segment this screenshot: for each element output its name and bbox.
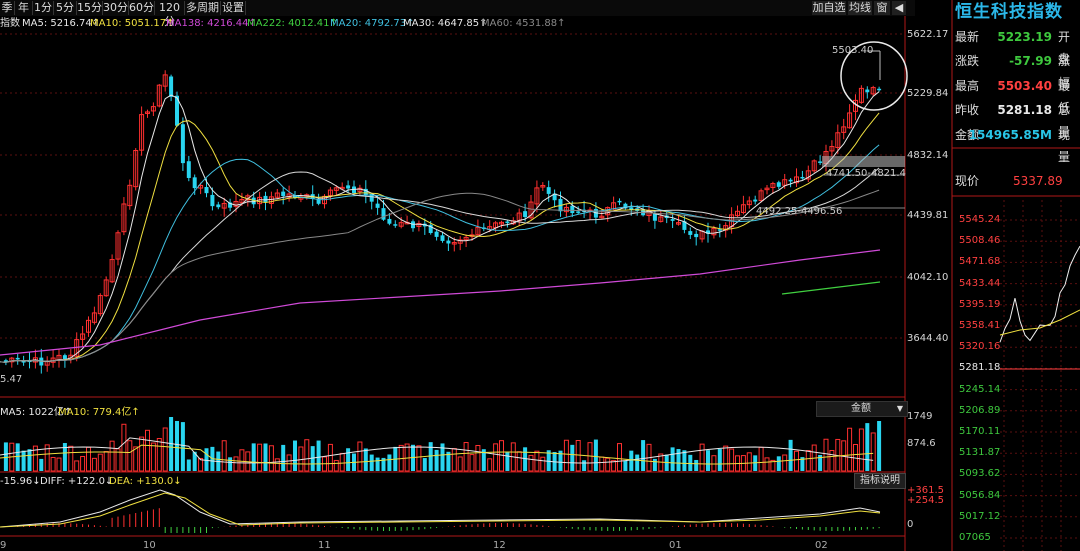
- date-tick: 11: [318, 540, 331, 551]
- low-annotation: 5.47: [0, 374, 23, 385]
- intraday-axis-label: 5131.87: [959, 447, 1001, 459]
- legend-item-2: DEA: +130.0↓: [109, 476, 182, 487]
- index-title: 恒生科技指数: [955, 2, 1063, 22]
- quote-label: 昨收: [955, 103, 980, 117]
- current-price-label: 现价: [955, 174, 980, 188]
- price-axis-label: 3644.40: [907, 333, 949, 344]
- band-annotation-1: 4741.50-4821.4: [826, 168, 906, 179]
- price-axis-label: 4832.14: [907, 150, 949, 161]
- legend-item-1: DIFF: +122.0↓: [40, 476, 114, 487]
- volume-axis-mid: 874.6: [907, 438, 936, 449]
- volume-axis-top: 1749: [907, 411, 933, 422]
- volume-selector-label: 金额: [851, 403, 871, 414]
- quote-value: 5223.19: [997, 30, 1052, 44]
- quote-row: 涨跌 -57.99 涨幅: [955, 50, 1080, 90]
- quote-row: 最新 5223.19 开盘: [955, 26, 1080, 66]
- legend-item-0: -15.96↓: [0, 476, 41, 487]
- intraday-axis-label: 5545.24: [959, 214, 1001, 225]
- intraday-axis-label: 5433.44: [959, 277, 1001, 289]
- date-tick: 9: [0, 540, 7, 551]
- price-axis-label: 4042.10: [907, 272, 949, 283]
- date-tick: 01: [669, 540, 682, 551]
- quote-value: -57.99: [1009, 54, 1052, 68]
- current-price-value: 5337.89: [1013, 174, 1063, 188]
- chevron-down-icon: ▼: [896, 404, 903, 413]
- intraday-axis-label: 5206.89: [959, 404, 1001, 416]
- quote-label: 涨跌: [955, 54, 980, 68]
- quote-value: 5281.18: [997, 103, 1052, 117]
- indicator-help-button[interactable]: 指标说明: [854, 473, 906, 489]
- price-axis-label: 4439.81: [907, 210, 949, 221]
- quote-value: 5503.40: [997, 79, 1052, 93]
- intraday-axis-label: 5281.18: [959, 362, 1001, 374]
- quote-row: 昨收 5281.18 总量: [955, 99, 1080, 139]
- date-tick: 02: [815, 540, 828, 551]
- intraday-axis-label: 5093.62: [959, 468, 1001, 480]
- date-tick: 12: [493, 540, 506, 551]
- intraday-axis-label: 5017.12: [959, 510, 1001, 522]
- quote-value: 154965.85M: [968, 128, 1052, 142]
- macd-axis-zero: 0: [907, 519, 914, 530]
- volume-selector[interactable]: 金额 ▼: [816, 401, 908, 417]
- intraday-axis-label: 5471.68: [959, 256, 1001, 268]
- high-annotation: 5503.40: [832, 45, 874, 56]
- intraday-axis-label: 5170.11: [959, 426, 1001, 437]
- price-axis-label: 5229.84: [907, 88, 949, 99]
- quote-row: 最高 5503.40 最低: [955, 75, 1080, 115]
- price-axis-label: 5622.17: [907, 29, 949, 40]
- intraday-axis-label: 5358.41: [959, 320, 1001, 331]
- intraday-axis-label: 5320.16: [959, 341, 1001, 353]
- intraday-axis-label: 5395.19: [959, 298, 1001, 310]
- intraday-axis-label: 5508.46: [959, 235, 1001, 247]
- band-annotation-2: 4492.25-4496.56: [756, 206, 843, 217]
- intraday-axis-label: 07065: [959, 532, 991, 543]
- quote-label: 最高: [955, 79, 980, 93]
- legend-item-1: MA10: 779.4亿↑: [58, 407, 140, 418]
- macd-axis-mid: +254.5: [907, 495, 945, 506]
- current-price-row: 现价 5337.89: [955, 170, 1080, 192]
- intraday-axis-label: 5245.14: [959, 383, 1001, 395]
- quote-label-2: 现量: [1058, 128, 1071, 164]
- quote-label: 最新: [955, 30, 980, 44]
- date-tick: 10: [143, 540, 156, 551]
- quote-row: 金额 154965.85M 现量: [955, 124, 1080, 164]
- intraday-axis-label: 5056.84: [959, 489, 1001, 501]
